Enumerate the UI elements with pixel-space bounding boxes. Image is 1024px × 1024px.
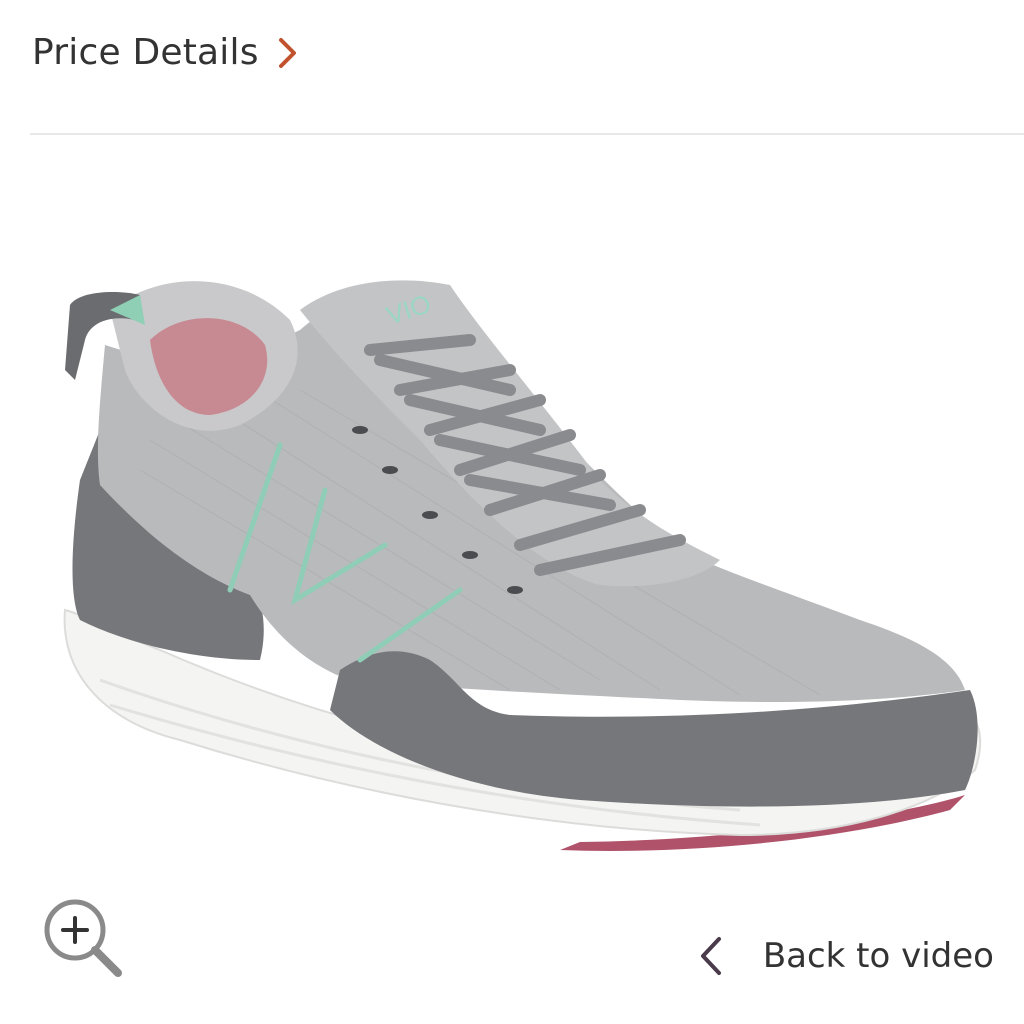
chevron-right-icon [277, 36, 299, 70]
zoom-button[interactable] [40, 895, 130, 985]
header: Price Details [0, 0, 1024, 132]
zoom-in-icon [40, 899, 130, 989]
back-to-video-label: Back to video [762, 936, 994, 976]
price-details-label: Price Details [32, 32, 259, 73]
price-details-link[interactable]: Price Details [32, 32, 299, 73]
back-to-video-link[interactable]: Back to video [699, 935, 994, 977]
chevron-left-icon [699, 935, 723, 977]
product-media-viewer: Price Details VIO Back to video [0, 0, 1024, 1024]
header-divider [30, 133, 1024, 135]
product-image: VIO [40, 250, 990, 880]
